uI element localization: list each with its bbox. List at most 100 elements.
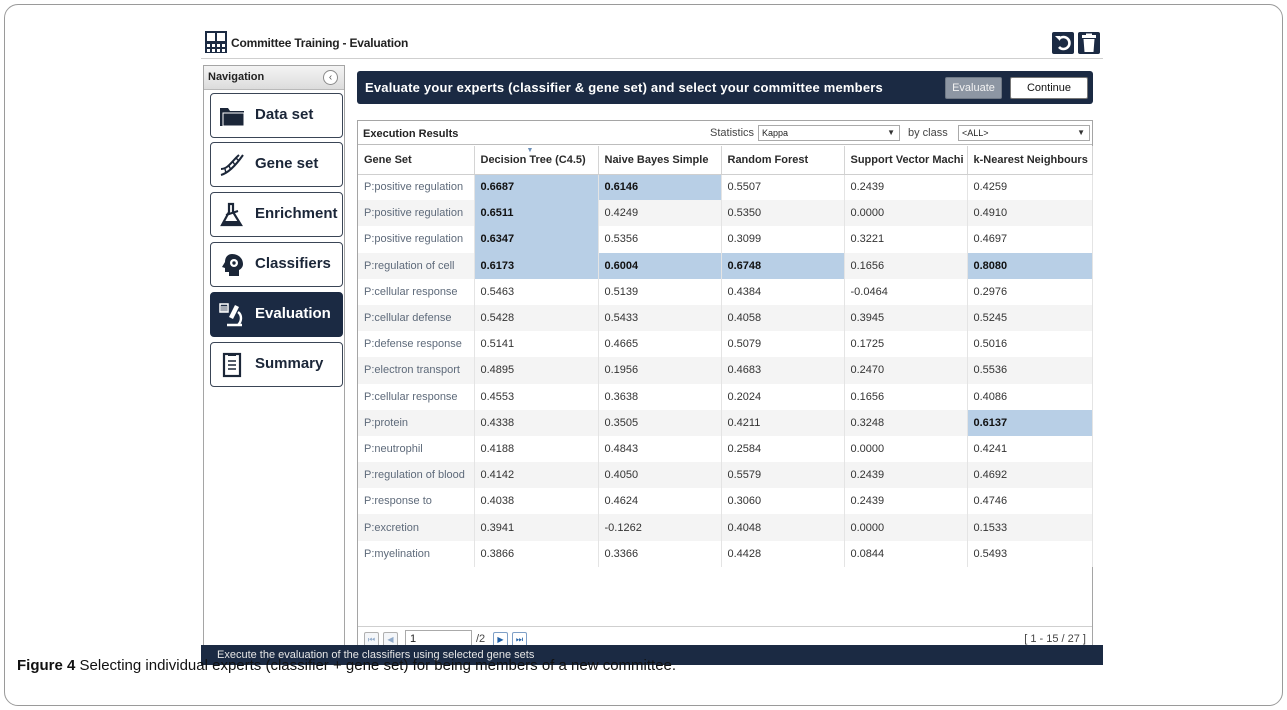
score-cell[interactable]: 0.4428 — [721, 540, 845, 567]
gene-set-cell[interactable]: P:neutrophil — [358, 435, 475, 463]
score-cell[interactable]: 0.4746 — [967, 488, 1093, 515]
score-cell[interactable]: 0.2439 — [844, 462, 968, 489]
score-cell[interactable]: 0.3366 — [598, 540, 722, 567]
score-cell[interactable]: 0.4188 — [474, 435, 599, 463]
collapse-icon[interactable]: ‹ — [323, 70, 338, 85]
score-cell[interactable]: 0.1533 — [967, 514, 1093, 541]
score-cell[interactable]: -0.1262 — [598, 514, 722, 541]
score-cell[interactable]: 0.6511 — [474, 200, 599, 227]
gene-set-cell[interactable]: P:electron transport — [358, 357, 475, 384]
score-cell[interactable]: 0.6146 — [598, 174, 722, 201]
score-cell[interactable]: 0.5139 — [598, 278, 722, 305]
score-cell[interactable]: 0.1656 — [844, 252, 968, 279]
score-cell[interactable]: 0.5356 — [598, 226, 722, 253]
score-cell[interactable]: 0.2584 — [721, 435, 845, 463]
score-cell[interactable]: 0.4665 — [598, 331, 722, 358]
score-cell[interactable]: 0.5428 — [474, 304, 599, 332]
table-row[interactable]: P:regulation of blood 0.4142 0.4050 0.5579 0… — [358, 462, 1093, 489]
table-row[interactable]: P:electron transport 0.4895 0.1956 0.4683 0.… — [358, 357, 1093, 384]
score-cell[interactable]: 0.4038 — [474, 488, 599, 515]
score-cell[interactable]: 0.4683 — [721, 357, 845, 384]
gene-set-cell[interactable]: P:positive regulation — [358, 174, 475, 201]
score-cell[interactable]: 0.3221 — [844, 226, 968, 253]
nav-item-enrichment[interactable]: Enrichment — [210, 192, 343, 237]
score-cell[interactable]: 0.4050 — [598, 462, 722, 489]
statistics-select[interactable]: Kappa ▼ — [758, 125, 900, 141]
nav-item-summary[interactable]: Summary — [210, 342, 343, 387]
gene-set-cell[interactable]: P:positive regulation — [358, 226, 475, 253]
score-cell[interactable]: 0.2439 — [844, 174, 968, 201]
continue-button[interactable]: Continue — [1010, 77, 1088, 99]
column-header[interactable]: k-Nearest Neighbours — [967, 146, 1093, 175]
score-cell[interactable]: 0.4624 — [598, 488, 722, 515]
score-cell[interactable]: 0.5433 — [598, 304, 722, 332]
column-header[interactable]: Gene Set — [358, 146, 475, 175]
score-cell[interactable]: 0.6347 — [474, 226, 599, 253]
score-cell[interactable]: 0.6687 — [474, 174, 599, 201]
gene-set-cell[interactable]: P:regulation of cell — [358, 252, 475, 279]
score-cell[interactable]: 0.5493 — [967, 540, 1093, 567]
score-cell[interactable]: 0.0844 — [844, 540, 968, 567]
score-cell[interactable]: 0.4241 — [967, 435, 1093, 463]
score-cell[interactable]: 0.5245 — [967, 304, 1093, 332]
score-cell[interactable]: 0.5350 — [721, 200, 845, 227]
table-row[interactable]: P:positive regulation 0.6687 0.6146 0.5507 0… — [358, 174, 1093, 201]
score-cell[interactable]: 0.3866 — [474, 540, 599, 567]
gene-set-cell[interactable]: P:myelination — [358, 540, 475, 567]
score-cell[interactable]: 0.4086 — [967, 383, 1093, 410]
gene-set-cell[interactable]: P:defense response — [358, 331, 475, 358]
table-row[interactable]: P:response to 0.4038 0.4624 0.3060 0.2439 0.4… — [358, 488, 1093, 515]
table-row[interactable]: P:excretion 0.3941 -0.1262 0.4048 0.0000 0.15… — [358, 514, 1093, 541]
score-cell[interactable]: 0.5579 — [721, 462, 845, 489]
score-cell[interactable]: 0.4142 — [474, 462, 599, 489]
score-cell[interactable]: 0.0000 — [844, 435, 968, 463]
table-row[interactable]: P:protein 0.4338 0.3505 0.4211 0.3248 0.6137 — [358, 409, 1093, 436]
gene-set-cell[interactable]: P:regulation of blood — [358, 462, 475, 489]
score-cell[interactable]: 0.4910 — [967, 200, 1093, 227]
score-cell[interactable]: 0.4384 — [721, 278, 845, 305]
score-cell[interactable]: 0.4058 — [721, 304, 845, 332]
score-cell[interactable]: 0.1725 — [844, 331, 968, 358]
gene-set-cell[interactable]: P:protein — [358, 409, 475, 436]
evaluate-button[interactable]: Evaluate — [945, 77, 1002, 99]
table-row[interactable]: P:defense response 0.5141 0.4665 0.5079 0.17… — [358, 331, 1093, 358]
gene-set-cell[interactable]: P:excretion — [358, 514, 475, 541]
nav-item-data-set[interactable]: Data set — [210, 93, 343, 138]
score-cell[interactable]: 0.2024 — [721, 383, 845, 410]
table-row[interactable]: P:cellular response 0.4553 0.3638 0.2024 0.1… — [358, 383, 1093, 410]
score-cell[interactable]: 0.1656 — [844, 383, 968, 410]
score-cell[interactable]: 0.0000 — [844, 514, 968, 541]
score-cell[interactable]: 0.6137 — [967, 409, 1093, 436]
table-row[interactable]: P:myelination 0.3866 0.3366 0.4428 0.0844 0.5… — [358, 540, 1093, 567]
gene-set-cell[interactable]: P:cellular response — [358, 383, 475, 410]
score-cell[interactable]: 0.4697 — [967, 226, 1093, 253]
gene-set-cell[interactable]: P:cellular response — [358, 278, 475, 305]
column-header[interactable]: Naive Bayes Simple — [598, 146, 722, 175]
score-cell[interactable]: 0.5463 — [474, 278, 599, 305]
score-cell[interactable]: 0.4692 — [967, 462, 1093, 489]
score-cell[interactable]: 0.3248 — [844, 409, 968, 436]
score-cell[interactable]: -0.0464 — [844, 278, 968, 305]
gene-set-cell[interactable]: P:positive regulation — [358, 200, 475, 227]
score-cell[interactable]: 0.4895 — [474, 357, 599, 384]
score-cell[interactable]: 0.6748 — [721, 252, 845, 279]
score-cell[interactable]: 0.4553 — [474, 383, 599, 410]
score-cell[interactable]: 0.5536 — [967, 357, 1093, 384]
gene-set-cell[interactable]: P:cellular defense — [358, 304, 475, 332]
score-cell[interactable]: 0.5016 — [967, 331, 1093, 358]
score-cell[interactable]: 0.4843 — [598, 435, 722, 463]
score-cell[interactable]: 0.4211 — [721, 409, 845, 436]
score-cell[interactable]: 0.5507 — [721, 174, 845, 201]
score-cell[interactable]: 0.3099 — [721, 226, 845, 253]
column-header[interactable]: Support Vector Machi — [844, 146, 968, 175]
table-row[interactable]: P:regulation of cell 0.6173 0.6004 0.6748 0.… — [358, 252, 1093, 279]
table-row[interactable]: P:neutrophil 0.4188 0.4843 0.2584 0.0000 0.42… — [358, 435, 1093, 463]
score-cell[interactable]: 0.2470 — [844, 357, 968, 384]
table-row[interactable]: P:positive regulation 0.6347 0.5356 0.3099 0… — [358, 226, 1093, 253]
nav-item-evaluation[interactable]: Evaluation — [210, 292, 343, 337]
gene-set-cell[interactable]: P:response to — [358, 488, 475, 515]
score-cell[interactable]: 0.3638 — [598, 383, 722, 410]
column-header[interactable]: Random Forest — [721, 146, 845, 175]
score-cell[interactable]: 0.8080 — [967, 252, 1093, 279]
trash-icon[interactable] — [1077, 31, 1101, 55]
